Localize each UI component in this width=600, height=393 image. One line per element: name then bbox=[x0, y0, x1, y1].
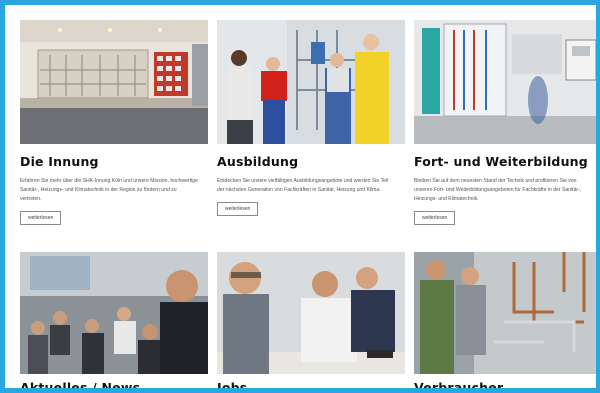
training-workshop-image[interactable] bbox=[20, 20, 208, 144]
page-frame: Die Innung Erfahren Sie mehr über die SH… bbox=[0, 0, 600, 393]
seminar-group-image[interactable] bbox=[20, 252, 208, 374]
read-more-button[interactable]: weiterlesen bbox=[414, 211, 456, 225]
card-jobs: Jobs bbox=[217, 252, 405, 393]
read-more-button[interactable]: weiterlesen bbox=[20, 211, 62, 225]
card-die-innung: Die Innung Erfahren Sie mehr über die SH… bbox=[20, 20, 208, 225]
card-description: Bleiben Sie auf dem neuesten Stand der T… bbox=[414, 178, 582, 202]
card-title: Ausbildung bbox=[217, 154, 299, 169]
read-more-button[interactable]: weiterlesen bbox=[217, 202, 259, 216]
card-description: Erfahren Sie mehr über die SHK-Innung Kö… bbox=[20, 178, 198, 202]
bottom-card-row: Aktuelles / News Jobs Verbraucher bbox=[20, 252, 596, 393]
card-title: Aktuelles / News bbox=[20, 380, 141, 393]
card-ausbildung: Ausbildung Entdecken Sie unsere vielfält… bbox=[217, 20, 405, 225]
card-title: Die Innung bbox=[20, 154, 99, 169]
card-title: Verbraucher bbox=[414, 380, 504, 393]
heating-lab-image[interactable] bbox=[414, 20, 596, 144]
technician-pipes-image[interactable] bbox=[414, 252, 596, 374]
card-fort-und-weiterbildung: Fort- und Weiterbildung Bleiben Sie auf … bbox=[414, 20, 596, 225]
men-at-table-image[interactable] bbox=[217, 252, 405, 374]
card-title: Jobs bbox=[217, 380, 248, 393]
card-aktuelles-news: Aktuelles / News bbox=[20, 252, 208, 393]
top-card-row: Die Innung Erfahren Sie mehr über die SH… bbox=[20, 20, 596, 225]
card-verbraucher: Verbraucher bbox=[414, 252, 596, 393]
card-description: Entdecken Sie unsere vielfältigen Ausbil… bbox=[217, 178, 389, 193]
apprentices-image[interactable] bbox=[217, 20, 405, 144]
card-title: Fort- und Weiterbildung bbox=[414, 154, 588, 169]
